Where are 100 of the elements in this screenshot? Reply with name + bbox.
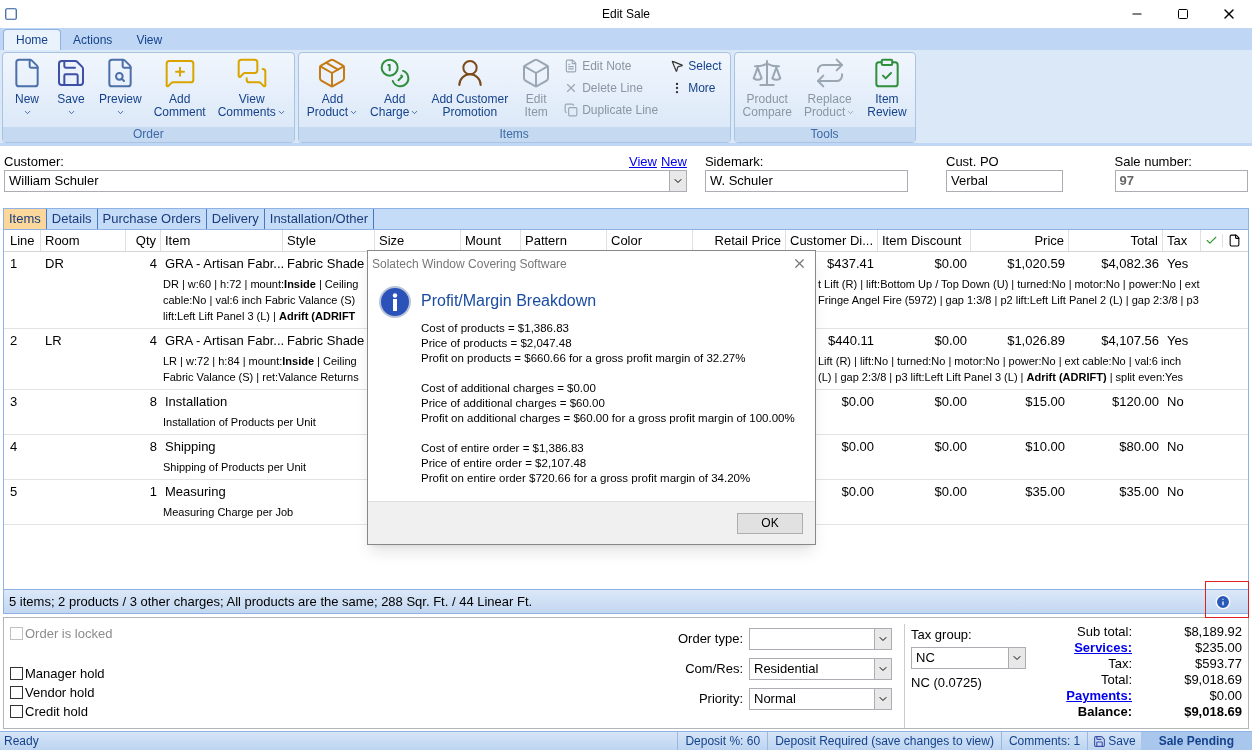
table-cell: $0.00 [841,393,874,409]
item-detail-text: LR | w:72 | h:84 | mount:Inside | Ceiling [163,355,357,367]
tab[interactable]: Details [46,209,98,229]
table-cell: 8 [149,393,157,409]
tax-group-dropdown[interactable]: NC [911,647,1026,669]
table-cell: $1,026.89 [1007,332,1065,348]
column-header[interactable]: Price [971,230,1069,251]
column-header[interactable]: Item [161,230,283,251]
table-cell: Measuring [165,483,226,499]
table-cell: 4 [149,332,157,348]
document-icon [1227,234,1241,247]
ribbon-tab[interactable]: Home [3,29,61,50]
ribbon-button[interactable]: Add Product [302,53,363,125]
ribbon-small-button[interactable]: Select [666,55,726,77]
totals-link[interactable]: Payments: [1066,688,1132,703]
dialog-title: Solatech Window Covering Software [372,255,567,273]
ribbon-small-button[interactable]: More [666,77,726,99]
table-cell: 4 [10,438,18,454]
caret-icon [67,108,76,117]
field-label: Tax group: [911,626,973,644]
ribbon-button[interactable]: New [7,53,47,125]
ribbon-tab[interactable]: View [124,29,175,50]
caret-icon [23,108,32,117]
checkbox-label: Order is locked [25,624,113,643]
table-cell: $0.00 [841,483,874,499]
table-cell: No [1167,483,1184,499]
table-cell: $10.00 [1025,438,1065,454]
caret-icon [116,108,126,117]
table-cell: GRA - Artisan Fabr... [165,332,285,348]
checkbox[interactable] [10,667,23,680]
link[interactable]: New [660,154,687,170]
info-icon[interactable] [1215,593,1231,610]
column-header[interactable]: Room [41,230,126,251]
status-text: Deposit %: 60 [677,732,768,750]
caret-icon [846,108,856,117]
status-text: Deposit Required (save changes to view) [767,732,1001,750]
dialog-text: Cost of entire order = $1,386.83 [421,441,585,456]
checkbox[interactable] [10,705,23,718]
column-header[interactable]: Line [6,230,41,251]
field-label: Cust. PO [946,154,1000,170]
totals-label: Total: [1100,672,1132,687]
status-text: Comments: 1 [1000,732,1088,750]
tab[interactable]: Purchase Orders [97,209,207,229]
status-save-button[interactable]: Save [1087,732,1141,750]
sidemark-field[interactable]: W. Schuler [704,170,909,192]
ribbon-button[interactable]: Item Review [863,53,911,125]
ribbon-tab[interactable]: Actions [61,29,125,50]
coins-icon [378,57,411,89]
ribbon-button[interactable]: Add Comment [149,53,210,125]
link[interactable]: View [628,154,657,170]
caret-icon [349,108,359,117]
ribbon-button[interactable]: Save [51,53,91,125]
table-cell: Shipping [165,438,216,454]
dropdown[interactable]: Residential [749,658,892,680]
ribbon-button[interactable]: View Comments [213,53,290,125]
checkbox[interactable] [10,686,23,699]
field-label: Customer: [4,154,64,170]
dropdown[interactable]: Normal [749,688,892,710]
ok-button[interactable]: OK [737,512,803,534]
field-label: Sidemark: [704,154,765,170]
table-cell: 1 [149,483,157,499]
item-detail-text: Measuring Charge per Job [163,506,294,518]
ribbon-button[interactable]: Add Charge [366,53,424,125]
item-detail-text: Shipping of Products per Unit [163,461,307,473]
po-field[interactable]: Verbal [946,170,1064,192]
customer-combo[interactable]: William Schuler [4,170,687,192]
table-cell: No [1167,393,1184,409]
item-detail-text: Installation of Products per Unit [163,416,316,428]
table-cell: Installation [165,393,228,409]
table-cell: $0.00 [934,255,967,271]
item-detail-text: Lift (R) | lift:No | turned:No | motor:No | power:No | ext cable:No | val:6 inch [818,354,1182,369]
table-cell: 4 [149,255,157,271]
dialog-text: Price of additional charges = $60.00 [421,396,606,411]
highlight-frame [1205,580,1249,618]
table-cell: $120.00 [1112,393,1159,409]
pointer-icon [670,59,685,73]
table-cell: LR [45,332,62,348]
close-button[interactable] [792,256,807,271]
column-header[interactable]: Item Discount [878,230,971,251]
table-cell: Yes [1167,332,1189,348]
summary-text: 5 items; 2 products / 3 other charges; All products are the same; 288 Sqr. Ft. / 44 Linear Ft. [9,592,533,611]
column-header[interactable]: Total [1069,230,1163,251]
table-cell: No [1167,438,1184,454]
column-header[interactable]: Qty [126,230,161,251]
totals-value: $0.00 [1209,688,1242,703]
item-detail-text: Fringe Angel Fire (5972) | gap 1:3/8 | p2 lift:Left Lift Panel 2 (L) | gap 2:3/8 | p3 [818,293,1199,308]
tab[interactable]: Items [4,209,47,229]
tab[interactable]: Delivery [206,209,265,229]
tab[interactable]: Installation/Other [264,209,375,229]
table-cell: DR [45,255,64,271]
ribbon-button[interactable]: Add Customer Promotion [427,53,513,125]
field-label: Priority: [698,690,743,709]
copy-icon [564,103,579,117]
totals-link[interactable]: Services: [1074,640,1132,655]
ribbon-button[interactable]: Preview [95,53,146,125]
table-cell: 3 [10,393,18,409]
table-cell: 8 [149,438,157,454]
dialog-text: Profit on entire order $720.66 for a gross profit margin of 34.20% [421,471,752,486]
table-cell: GRA - Artisan Fabr... [165,255,285,271]
column-header[interactable]: Tax [1163,230,1201,251]
